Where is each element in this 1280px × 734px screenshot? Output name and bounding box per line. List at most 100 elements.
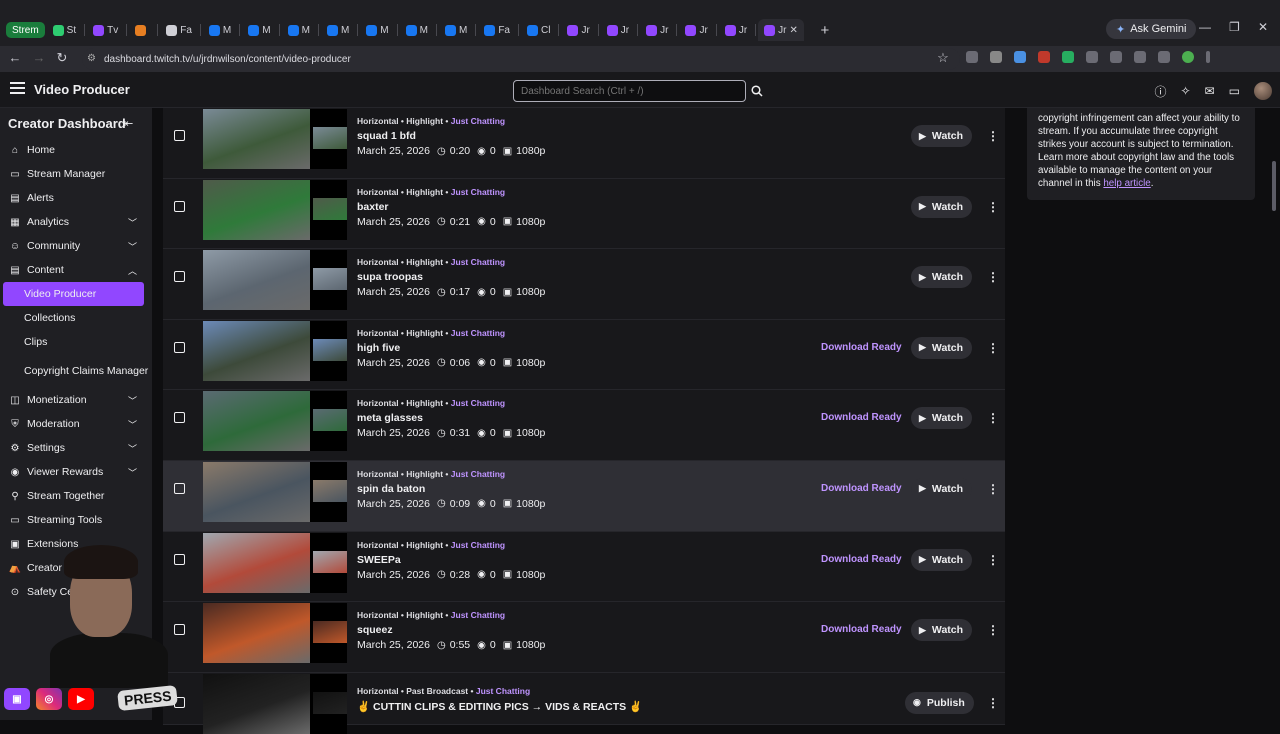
browser-tab[interactable]: Strem [6, 22, 45, 38]
sidebar-item-stream-together[interactable]: ⚲ Stream Together [0, 484, 152, 508]
browser-tab[interactable]: M [203, 19, 237, 41]
more-options-icon[interactable]: ⋮ [987, 341, 999, 355]
sidebar-subitem-clips[interactable]: Clips [0, 330, 152, 354]
hamburger-menu-icon[interactable] [10, 82, 25, 97]
sidebar-item-analytics[interactable]: ▦ Analytics ﹀ [0, 210, 152, 234]
help-article-link[interactable]: help article [1103, 178, 1150, 189]
search-button[interactable] [748, 80, 766, 102]
browser-tab[interactable]: M [282, 19, 316, 41]
video-thumbnail[interactable] [203, 320, 347, 381]
sidebar-item-moderation[interactable]: ⛨ Moderation ﹀ [0, 412, 152, 436]
sparkle-icon[interactable]: ✧ [1181, 84, 1191, 98]
reading-list-icon[interactable] [1158, 51, 1170, 63]
extension-icon[interactable] [990, 51, 1002, 63]
sidebar-item-alerts[interactable]: ▤ Alerts [0, 186, 152, 210]
sidebar-item-settings[interactable]: ⚙ Settings ﹀ [0, 436, 152, 460]
video-title[interactable]: spin da baton [357, 483, 545, 495]
chevron-down-icon[interactable]: ﹀ [128, 418, 137, 431]
browser-tab[interactable]: Jr ✕ [758, 19, 804, 41]
more-options-icon[interactable]: ⋮ [987, 553, 999, 567]
download-ready-button[interactable]: Download Ready [821, 624, 902, 635]
video-title[interactable]: supa troopas [357, 271, 545, 283]
chevron-down-icon[interactable]: ﹀ [128, 442, 137, 455]
watch-button[interactable]: ▶ Watch [911, 548, 973, 571]
video-select-checkbox[interactable] [174, 200, 185, 212]
browser-tab[interactable]: M [242, 19, 276, 41]
video-thumbnail[interactable] [203, 603, 347, 664]
sidebar-subitem-collections[interactable]: Collections [0, 306, 152, 330]
browser-tab[interactable]: M [321, 19, 355, 41]
video-thumbnail[interactable] [203, 391, 347, 452]
video-thumbnail[interactable] [203, 109, 347, 169]
download-ready-button[interactable]: Download Ready [821, 554, 902, 565]
download-ready-button[interactable]: Download Ready [821, 483, 902, 494]
browser-tab[interactable]: Jr [719, 19, 753, 41]
video-title[interactable]: squeez [357, 624, 545, 636]
browser-tab[interactable]: M [400, 19, 434, 41]
watch-button[interactable]: ▶ Watch [911, 619, 973, 642]
video-select-checkbox[interactable] [174, 482, 185, 494]
extension-icon[interactable] [966, 51, 978, 63]
video-category-link[interactable]: Just Chatting [476, 686, 530, 696]
sidebar-subitem-video-producer[interactable]: Video Producer [3, 282, 144, 306]
video-category-link[interactable]: Just Chatting [451, 116, 505, 126]
video-thumbnail[interactable] [203, 673, 347, 734]
download-icon[interactable] [1134, 51, 1146, 63]
profile-icon[interactable] [1182, 51, 1194, 63]
video-category-link[interactable]: Just Chatting [451, 610, 505, 620]
site-info-icon[interactable]: ⚙ [87, 53, 96, 64]
browser-tab[interactable]: Cl [521, 19, 556, 41]
extension-icon[interactable] [1014, 51, 1026, 63]
download-ready-button[interactable]: Download Ready [821, 412, 902, 423]
forward-icon[interactable]: → [30, 50, 48, 65]
sidebar-item-streaming-tools[interactable]: ▭ Streaming Tools [0, 508, 152, 532]
video-category-link[interactable]: Just Chatting [451, 469, 505, 479]
download-ready-button[interactable]: Download Ready [821, 342, 902, 353]
new-tab-button[interactable]: + [814, 19, 836, 41]
extension-icon[interactable] [1062, 51, 1074, 63]
sidebar-item-content[interactable]: ▤ Content ︿ [0, 258, 152, 282]
browser-tab[interactable]: Fa [160, 19, 198, 41]
reload-icon[interactable]: ↻ [53, 50, 71, 66]
browser-menu-icon[interactable] [1206, 51, 1210, 63]
url-field[interactable]: ⚙ dashboard.twitch.tv/u/jrdnwilson/conte… [82, 48, 960, 70]
video-thumbnail[interactable] [203, 250, 347, 311]
more-options-icon[interactable]: ⋮ [987, 270, 999, 284]
video-select-checkbox[interactable] [174, 553, 185, 565]
video-select-checkbox[interactable] [174, 130, 185, 141]
more-options-icon[interactable]: ⋮ [987, 696, 999, 710]
dashboard-search-input[interactable] [513, 80, 746, 102]
watch-button[interactable]: ▶ Watch [911, 477, 973, 500]
browser-tab[interactable]: Jr [679, 19, 713, 41]
video-thumbnail[interactable] [203, 461, 347, 522]
video-category-link[interactable]: Just Chatting [451, 398, 505, 408]
video-select-checkbox[interactable] [174, 271, 185, 283]
browser-tab[interactable]: Fa [478, 19, 516, 41]
video-category-link[interactable]: Just Chatting [451, 257, 505, 267]
chevron-down-icon[interactable]: ﹀ [128, 216, 137, 229]
video-category-link[interactable]: Just Chatting [451, 187, 505, 197]
more-options-icon[interactable]: ⋮ [987, 200, 999, 214]
video-select-checkbox[interactable] [174, 341, 185, 353]
video-title[interactable]: ✌ CUTTIN CLIPS & EDITING PICS → VIDS & R… [357, 700, 642, 713]
browser-tab[interactable]: Jr [601, 19, 635, 41]
help-icon[interactable]: ⓘ [1155, 83, 1167, 100]
close-window-icon[interactable]: ✕ [1258, 20, 1268, 34]
minimize-icon[interactable]: — [1199, 20, 1211, 34]
more-options-icon[interactable]: ⋮ [987, 411, 999, 425]
watch-button[interactable]: ▶ Watch [911, 125, 973, 147]
more-options-icon[interactable]: ⋮ [987, 482, 999, 496]
publish-button[interactable]: ◉ Publish [905, 691, 974, 714]
browser-tab[interactable]: St [47, 19, 82, 41]
video-title[interactable]: high five [357, 342, 545, 354]
ask-gemini-button[interactable]: ✦ Ask Gemini [1106, 19, 1197, 39]
chevron-down-icon[interactable]: ﹀ [128, 394, 137, 407]
browser-tab[interactable]: M [439, 19, 473, 41]
video-title[interactable]: SWEEPa [357, 554, 545, 566]
more-options-icon[interactable]: ⋮ [987, 623, 999, 637]
sidebar-item-monetization[interactable]: ◫ Monetization ﹀ [0, 388, 152, 412]
video-select-checkbox[interactable] [174, 412, 185, 424]
chevron-up-icon[interactable]: ︿ [128, 264, 137, 277]
browser-tab[interactable]: Tv [87, 19, 124, 41]
watch-button[interactable]: ▶ Watch [911, 195, 973, 218]
